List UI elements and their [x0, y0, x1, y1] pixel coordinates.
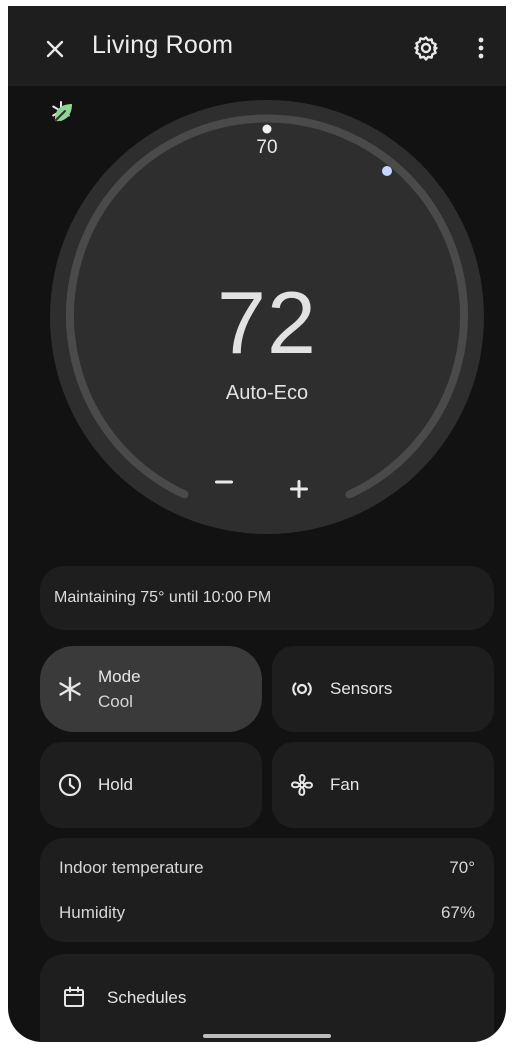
fan-tile-label: Fan — [330, 775, 360, 794]
reading-value: 67% — [440, 903, 475, 922]
schedules-label: Schedules — [107, 988, 187, 1007]
snowflake-icon — [59, 676, 81, 702]
minus-icon — [215, 480, 233, 484]
app-bar: Living Room — [8, 6, 506, 86]
thermostat-dial[interactable]: 70 72 Auto-Eco — [50, 100, 484, 534]
hold-tile-label: Hold — [98, 775, 133, 794]
cool-marker — [382, 166, 392, 176]
readings-card: Indoor temperature 70° Humidity 67% — [40, 838, 494, 942]
sensors-tile-label: Sensors — [330, 679, 393, 698]
leaf-icon — [54, 104, 72, 122]
mode-tile[interactable]: Mode Cool — [40, 646, 262, 732]
more-vert-icon — [478, 37, 484, 59]
decrease-temp-button[interactable] — [215, 480, 251, 516]
current-temperature: 72 — [217, 273, 317, 372]
sensors-icon — [292, 682, 312, 696]
mode-tile-label: Mode — [98, 667, 141, 686]
gear-icon — [414, 36, 438, 61]
calendar-icon — [64, 986, 84, 1007]
close-button[interactable] — [38, 32, 72, 66]
home-indicator[interactable] — [203, 1034, 331, 1038]
status-card: Maintaining 75° until 10:00 PM — [40, 566, 494, 630]
phone-screen: Living Room 70 72 Auto-Eco Maintaining 7… — [8, 6, 506, 1042]
fan-tile[interactable]: Fan — [272, 742, 494, 828]
reading-label: Indoor temperature — [59, 858, 204, 877]
mode-status: Auto-Eco — [225, 382, 309, 404]
fan-icon — [291, 774, 313, 796]
page-title: Living Room — [92, 31, 234, 59]
sensors-tile[interactable]: Sensors — [272, 646, 494, 732]
setpoint-value: 70 — [256, 137, 278, 158]
settings-button[interactable] — [408, 30, 444, 66]
setpoint-marker — [262, 124, 272, 134]
schedules-card[interactable]: Schedules — [40, 954, 494, 1042]
humidity-row: Humidity 67% — [59, 903, 475, 923]
close-icon — [46, 40, 64, 58]
reading-label: Humidity — [59, 903, 126, 922]
hold-tile[interactable]: Hold — [40, 742, 262, 828]
clock-icon — [58, 773, 82, 797]
reading-value: 70° — [449, 858, 475, 877]
mode-tile-value: Cool — [98, 692, 133, 711]
increase-temp-button[interactable] — [290, 480, 326, 516]
plus-icon — [290, 480, 308, 498]
status-text: Maintaining 75° until 10:00 PM — [54, 589, 272, 606]
more-options-button[interactable] — [466, 30, 496, 66]
indoor-temperature-row: Indoor temperature 70° — [59, 858, 475, 878]
